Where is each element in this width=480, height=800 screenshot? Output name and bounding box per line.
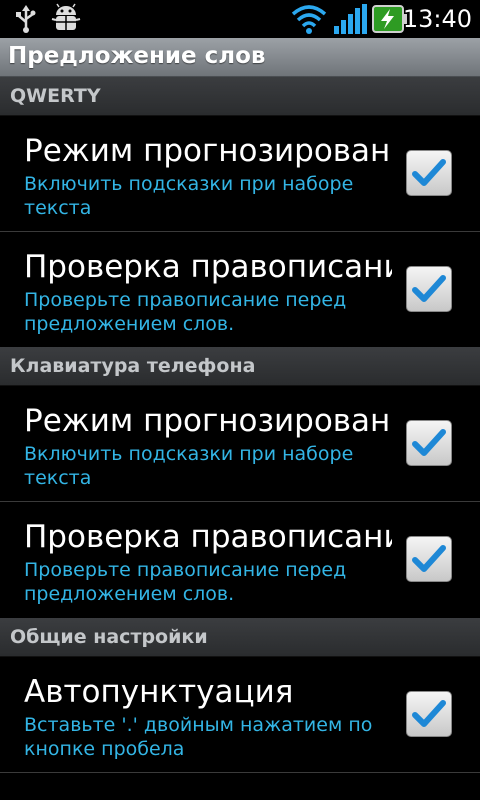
pref-title: Режим прогнозирования xyxy=(24,403,392,439)
pref-qwerty-prediction[interactable]: Режим прогнозирования Включить подсказки… xyxy=(0,116,480,232)
pref-title: Автопунктуация xyxy=(24,674,294,710)
status-bar: 13:40 xyxy=(0,0,480,38)
clock-time: 13:40 xyxy=(402,5,472,33)
android-debug-icon xyxy=(51,3,81,30)
category-header: QWERTY xyxy=(10,85,101,107)
pref-summary: Проверьте правописание перед предложение… xyxy=(24,289,347,335)
signal-icon xyxy=(334,4,367,34)
title-bar: Предложение слов xyxy=(0,38,480,77)
category-header: Общие настройки xyxy=(10,626,208,648)
category-header: Клавиатура телефона xyxy=(10,355,256,377)
pref-title: Проверка правописания xyxy=(24,519,392,555)
check-icon xyxy=(412,159,446,186)
category-general: Общие настройки xyxy=(0,618,480,657)
check-icon xyxy=(412,545,446,572)
checkbox-autopunctuation[interactable] xyxy=(406,691,452,737)
pref-title: Режим прогнозирования xyxy=(24,133,392,169)
checkbox-phone-prediction[interactable] xyxy=(406,420,452,466)
pref-qwerty-spellcheck[interactable]: Проверка правописания Проверьте правопис… xyxy=(0,232,480,348)
check-icon xyxy=(412,700,446,727)
pref-summary: Включить подсказки при наборе текста xyxy=(24,443,354,489)
usb-icon xyxy=(16,5,36,33)
category-phone-keypad: Клавиатура телефона xyxy=(0,347,480,386)
check-icon xyxy=(412,429,446,456)
pref-summary: Проверьте правописание перед предложение… xyxy=(24,559,347,605)
pref-title: Проверка правописания xyxy=(24,249,392,285)
pref-summary: Включить подсказки при наборе текста xyxy=(24,173,354,219)
divider xyxy=(0,772,480,773)
checkbox-qwerty-spellcheck[interactable] xyxy=(406,266,452,312)
category-qwerty: QWERTY xyxy=(0,77,480,116)
checkbox-qwerty-prediction[interactable] xyxy=(406,150,452,196)
wifi-icon xyxy=(291,5,327,34)
pref-phone-spellcheck[interactable]: Проверка правописания Проверьте правопис… xyxy=(0,502,480,618)
pref-phone-prediction[interactable]: Режим прогнозирования Включить подсказки… xyxy=(0,386,480,502)
page-title: Предложение слов xyxy=(8,43,266,69)
check-icon xyxy=(412,275,446,302)
pref-summary: Вставьте '.' двойным нажатием по кнопке … xyxy=(24,714,373,760)
checkbox-phone-spellcheck[interactable] xyxy=(406,536,452,582)
pref-autopunctuation[interactable]: Автопунктуация Вставьте '.' двойным нажа… xyxy=(0,657,480,773)
